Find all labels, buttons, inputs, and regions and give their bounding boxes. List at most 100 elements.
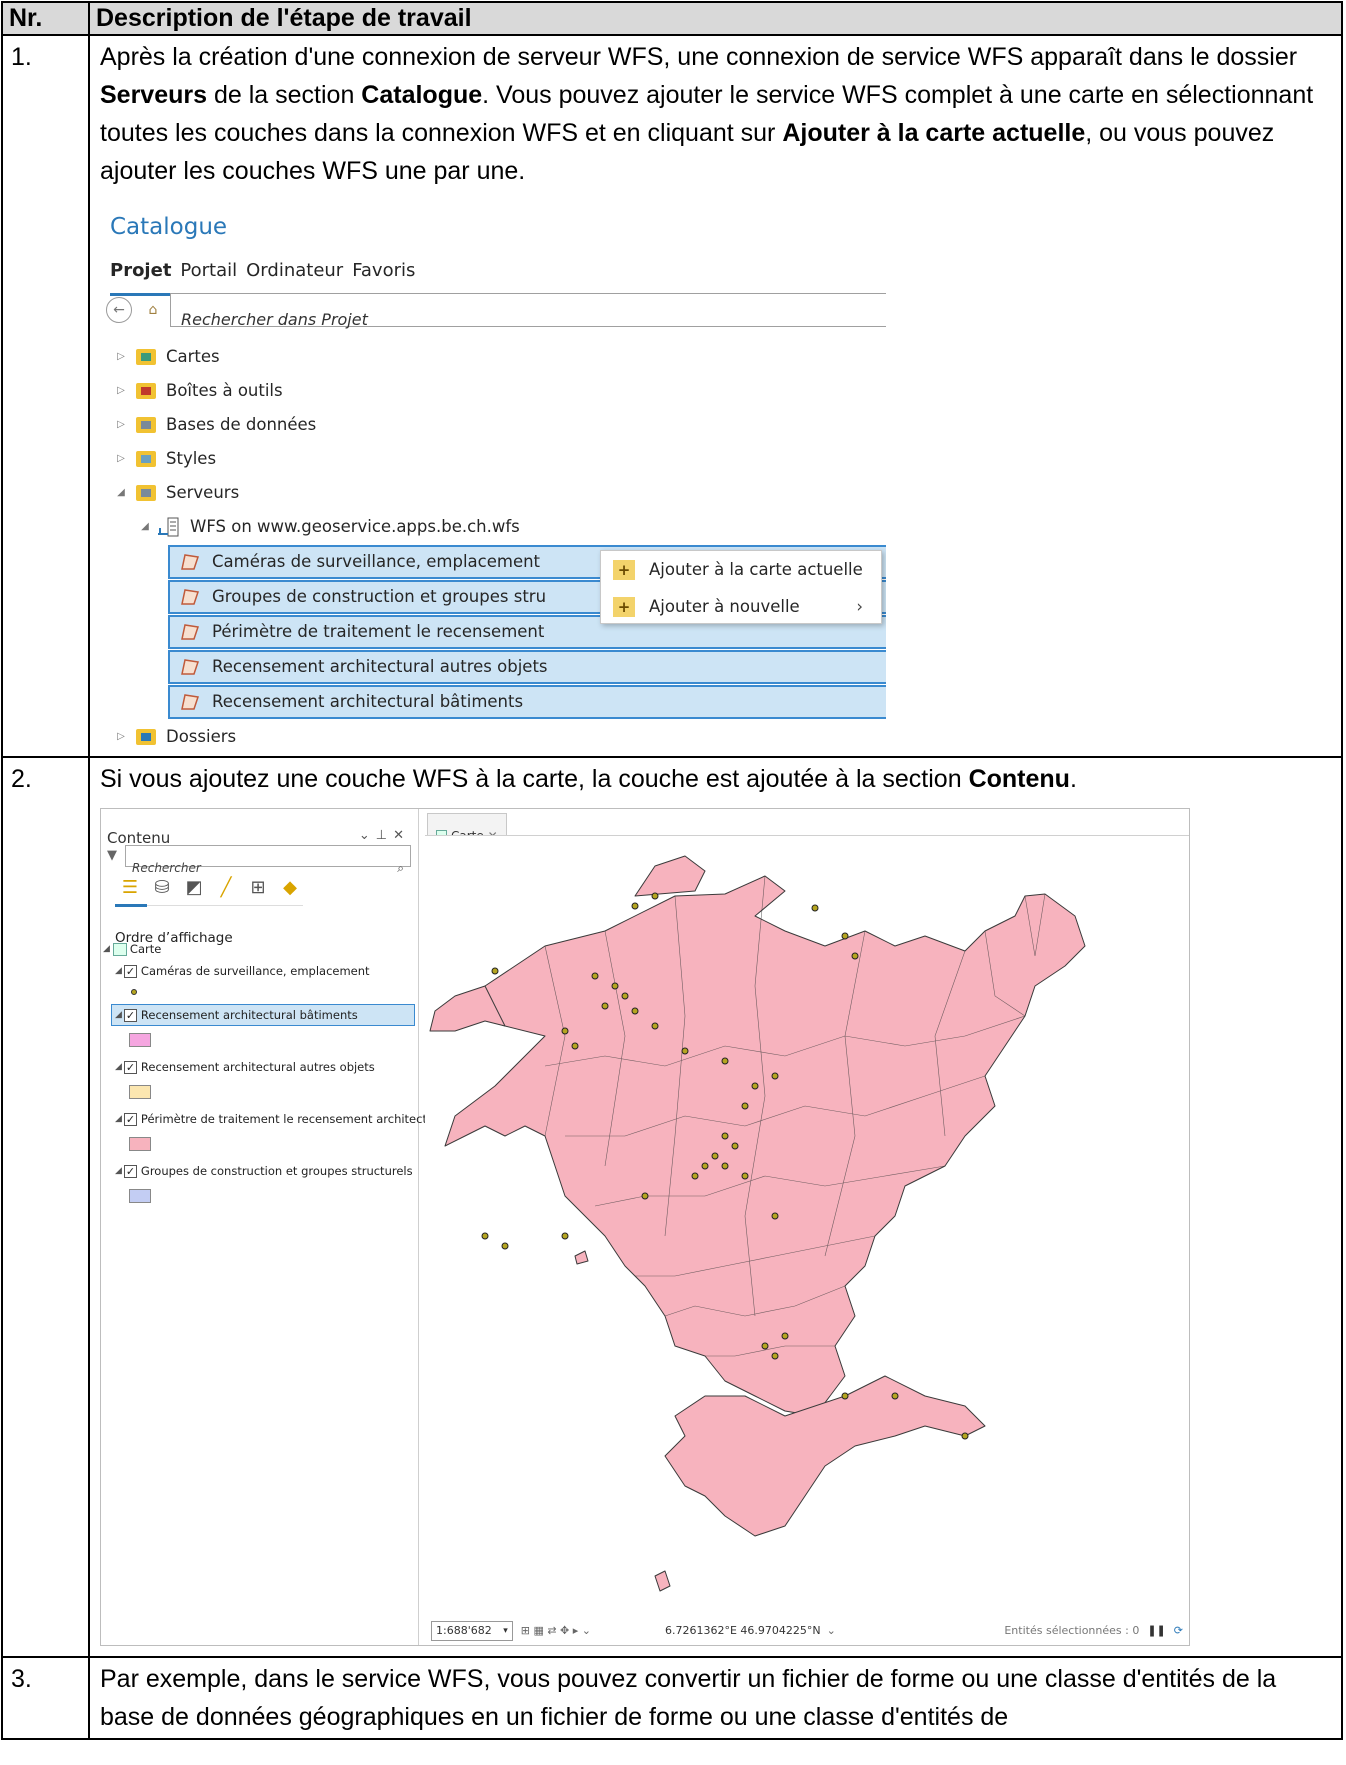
tree-item-dossiers[interactable]: ▷ Dossiers [114,722,236,752]
text-run: Par exemple, dans le service WFS, vous p… [100,1665,1277,1731]
expand-icon[interactable]: ▷ [114,406,128,444]
contents-search: ▼ Rechercher ⌕ [107,845,411,875]
tab-projet[interactable]: Projet [110,252,172,296]
camera-point [481,1232,489,1240]
collapse-icon[interactable]: ◢ [115,1100,122,1138]
checkbox[interactable]: ✓ [123,964,137,978]
checkbox[interactable]: ✓ [123,1112,137,1126]
layer-row[interactable]: ◢ ✓ Recensement architectural autres obje… [115,1057,375,1077]
selected-layer-row[interactable]: Recensement architectural autres objets [168,650,886,684]
camera-point [561,1232,569,1240]
tree-item-label: Styles [166,449,217,468]
text-run: Si vous ajoutez une couche WFS à la cart… [100,765,969,793]
tree-item-boites-a-outils[interactable]: ▷ Boîtes à outils [114,376,282,406]
data-source-icon[interactable]: ⛁ [151,877,173,899]
tree-item-bases-de-donnees[interactable]: ▷ Bases de données [114,410,316,440]
pause-icon[interactable]: ❚❚ [1147,1612,1165,1645]
step-number: 2. [1,756,90,1658]
labeling-icon[interactable]: ◆ [279,877,301,899]
expand-icon[interactable]: ▷ [114,372,128,410]
tab-favoris[interactable]: Favoris [352,252,415,296]
tab-ordinateur[interactable]: Ordinateur [246,252,343,296]
arcgis-screenshot: Contenu ⌄⊥✕ ▼ Rechercher ⌕ ☰ ⛁ ◩ ╱ ⊞ ◆ O… [100,808,1190,1646]
polygon-layer-icon [181,589,199,605]
menu-item-add-to-current-map[interactable]: + Ajouter à la carte actuelle [601,551,881,588]
scale-value: 1:688'682 [436,1624,492,1637]
layer-label: Recensement architectural autres objets [140,1060,375,1074]
chevron-down-icon[interactable]: ⌄ [827,1612,836,1645]
camera-point [851,952,859,960]
layer-label: Périmètre de traitement le recensement a… [140,1112,438,1126]
camera-point [651,892,659,900]
checkbox[interactable]: ✓ [123,1164,137,1178]
wfs-server-icon [158,517,179,537]
tree-item-styles[interactable]: ▷ Styles [114,444,216,474]
map-folder-icon [136,349,156,365]
tab-carte[interactable]: Carte ✕ [427,813,507,843]
snapping-icon[interactable]: ⊞ [247,877,269,899]
pin-icon[interactable]: ⊥ [376,828,393,843]
selection-icon[interactable]: ◩ [183,877,205,899]
text-run: . [1069,765,1077,793]
filter-icon[interactable]: ▼ [107,837,125,875]
close-icon[interactable]: ✕ [393,828,410,843]
polygon-layer-icon [181,554,199,570]
point-symbol [131,989,137,995]
collapse-icon[interactable]: ◢ [115,996,122,1034]
collapse-icon[interactable]: ◢ [114,474,128,512]
collapse-icon[interactable]: ◢ [115,1048,122,1086]
menu-item-add-to-new[interactable]: + Ajouter à nouvelle › [601,588,881,625]
tree-item-label: WFS on www.geoservice.apps.be.ch.wfs [190,517,520,536]
layer-row[interactable]: ◢ ✓ Recensement architectural bâtiments [115,1005,358,1025]
chevron-down-icon[interactable]: ⌄ [359,828,376,843]
polygon-layer-icon [181,624,199,640]
camera-point [601,1002,609,1010]
selected-layer-row[interactable]: Recensement architectural bâtiments [168,685,886,719]
selected-features-count: Entités sélectionnées : 0 [1004,1624,1140,1637]
tab-portail[interactable]: Portail [180,252,237,296]
collapse-icon[interactable]: ◢ [103,930,110,968]
editing-icon[interactable]: ╱ [215,877,237,899]
camera-point [771,1352,779,1360]
search-icon: ⌕ [397,861,404,875]
folders-icon [136,729,156,745]
polygon-symbol [129,1137,151,1151]
camera-point [501,1242,509,1250]
camera-point [841,932,849,940]
canton-polygon [574,1250,589,1265]
map-canvas[interactable] [425,836,1189,1614]
layer-row[interactable]: ◢ ✓ Périmètre de traitement le recensemen… [115,1109,438,1129]
camera-point [701,1162,709,1170]
expand-icon[interactable]: ▷ [114,718,128,754]
back-arrow-icon[interactable]: ← [106,297,132,323]
catalogue-search-input[interactable]: Rechercher dans Projet [170,293,886,329]
collapse-icon[interactable]: ◢ [115,952,122,990]
expand-icon[interactable]: ▷ [114,440,128,478]
layer-row[interactable]: ◢ ✓ Groupes de construction et groupes st… [115,1161,413,1181]
tree-item-wfs-connection[interactable]: ◢ WFS on www.geoservice.apps.be.ch.wfs [138,512,520,542]
refresh-icon[interactable]: ⟳ [1174,1612,1183,1645]
tree-item-cartes[interactable]: ▷ Cartes [114,342,220,372]
collapse-icon[interactable]: ◢ [138,508,152,546]
expand-icon[interactable]: ▷ [114,338,128,376]
menu-item-label: Ajouter à la carte actuelle [649,559,863,579]
toolbox-folder-icon [136,383,156,399]
contents-search-input[interactable]: Rechercher ⌕ [125,845,411,875]
step-description: Après la création d'une connexion de ser… [88,34,1343,758]
layer-row[interactable]: ◢ ✓ Caméras de surveillance, emplacement [115,961,370,981]
checkbox[interactable]: ✓ [123,1008,137,1022]
step-number: 1. [1,34,90,758]
layer-label: Caméras de surveillance, emplacement [140,964,370,978]
camera-point [771,1072,779,1080]
camera-point [961,1432,969,1440]
tree-item-serveurs[interactable]: ◢ Serveurs [114,478,239,508]
map-view[interactable] [425,835,1189,1613]
home-icon[interactable]: ⌂ [142,299,164,321]
drawing-order-icon[interactable]: ☰ [119,877,141,899]
checkbox[interactable]: ✓ [123,1060,137,1074]
map-tools-icon[interactable]: ⊞ ▦ ⇄ ✥ ▸ ⌄ [521,1612,591,1645]
collapse-icon[interactable]: ◢ [115,1152,122,1190]
scale-selector[interactable]: 1:688'682 ▾ [431,1621,513,1641]
document-page: Nr. Description de l'étape de travail 1.… [0,0,1346,1765]
camera-point [491,967,499,975]
